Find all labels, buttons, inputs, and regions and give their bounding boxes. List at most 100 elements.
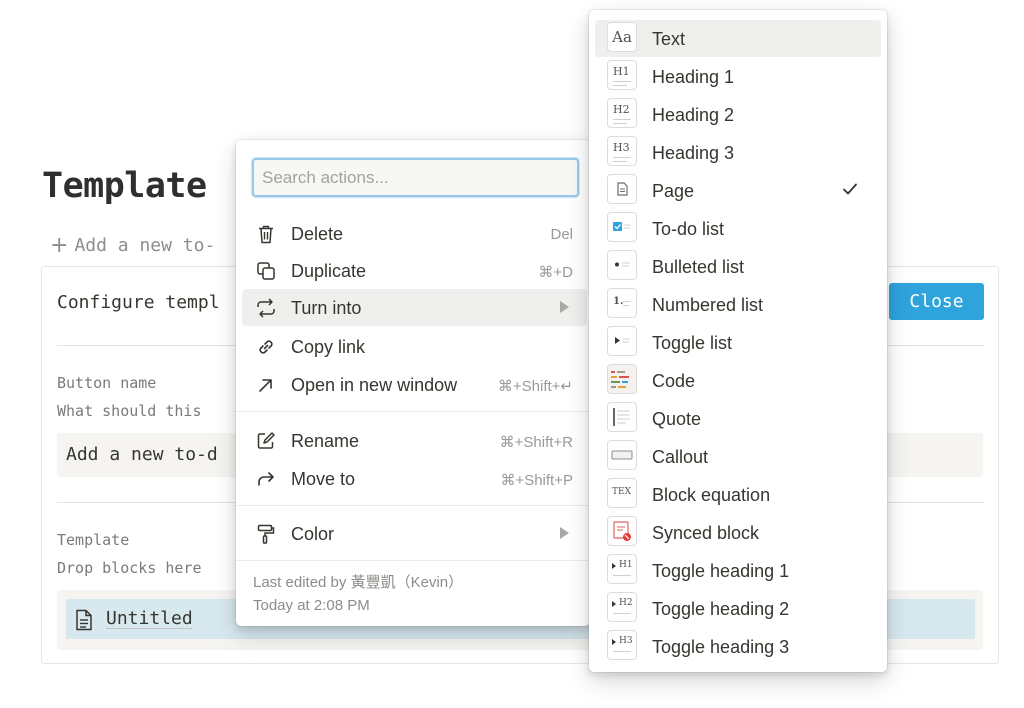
move-icon	[258, 472, 274, 486]
turn-into-bulleted-list[interactable]: Bulleted list	[595, 248, 881, 285]
turn-into-label: Code	[652, 371, 696, 391]
button-name-description: What should this	[57, 402, 202, 420]
synced-block-icon	[607, 516, 637, 546]
callout-icon	[607, 440, 637, 470]
toggle-heading-3-icon: H3	[607, 630, 637, 660]
search-box[interactable]	[252, 158, 579, 197]
turn-into-heading-2[interactable]: H2 Heading 2	[595, 96, 881, 133]
menu-separator	[236, 505, 590, 506]
menu-item-label: Copy link	[291, 337, 366, 357]
turn-into-label: Callout	[652, 447, 709, 467]
menu-item-rename[interactable]: Rename ⌘+Shift+R	[242, 422, 587, 459]
turn-into-label: Synced block	[652, 523, 760, 543]
template-description: Drop blocks here	[57, 559, 202, 577]
menu-item-color[interactable]: Color	[242, 515, 587, 552]
document-icon	[76, 609, 92, 631]
turn-into-block-equation[interactable]: TEX Block equation	[595, 476, 881, 513]
menu-item-shortcut: ⌘+Shift+↵	[497, 378, 573, 395]
open-window-icon	[259, 379, 272, 392]
bulleted-list-icon	[607, 250, 637, 280]
menu-item-turn-into[interactable]: Turn into	[242, 289, 587, 326]
submenu-arrow-icon	[560, 301, 569, 313]
turn-into-label: Heading 3	[652, 143, 735, 163]
turn-into-toggle-heading-1[interactable]: H1 Toggle heading 1	[595, 552, 881, 589]
block-actions-menu: Delete Del Duplicate ⌘+D Turn into Copy …	[236, 140, 590, 626]
turn-into-code[interactable]: Code	[595, 362, 881, 399]
turn-into-label: Quote	[652, 409, 702, 429]
heading-1-icon: H1	[607, 60, 637, 90]
turn-into-label: Text	[652, 29, 686, 49]
menu-item-move-to[interactable]: Move to ⌘+Shift+P	[242, 460, 587, 497]
page-icon	[607, 174, 637, 204]
toggle-heading-2-icon: H2	[607, 592, 637, 622]
turn-into-synced-block[interactable]: Synced block	[595, 514, 881, 551]
menu-separator	[236, 411, 590, 412]
search-actions-input[interactable]	[254, 160, 577, 195]
todo-icon	[607, 212, 637, 242]
untitled-link[interactable]: Untitled	[106, 608, 193, 629]
menu-item-label: Color	[291, 524, 335, 544]
turn-into-toggle-heading-2[interactable]: H2 Toggle heading 2	[595, 590, 881, 627]
turn-into-label: Heading 1	[652, 67, 735, 87]
last-edited-by: Last edited by 黃豐凱（Kevin）	[253, 574, 464, 591]
menu-item-shortcut: Del	[550, 226, 573, 243]
menu-item-shortcut: ⌘+Shift+P	[500, 472, 573, 489]
turn-into-toggle-heading-3[interactable]: H3 Toggle heading 3	[595, 628, 881, 665]
plus-icon: +	[50, 233, 69, 258]
page-title: Template	[42, 166, 207, 206]
numbered-list-icon: 1.	[607, 288, 637, 318]
turn-into-page[interactable]: Page	[595, 172, 881, 209]
turn-into-label: Toggle list	[652, 333, 733, 353]
menu-item-label: Rename	[291, 431, 360, 451]
turn-into-toggle-list[interactable]: Toggle list	[595, 324, 881, 361]
turn-into-label: Toggle heading 1	[652, 561, 790, 581]
turn-into-label: Bulleted list	[652, 257, 745, 277]
menu-item-label: Move to	[291, 469, 356, 489]
menu-item-copy-link[interactable]: Copy link	[242, 328, 587, 365]
turn-into-heading-3[interactable]: H3 Heading 3	[595, 134, 881, 171]
menu-item-open-new-window[interactable]: Open in new window ⌘+Shift+↵	[242, 366, 587, 403]
menu-item-label: Turn into	[291, 298, 362, 318]
turn-into-label: To-do list	[652, 219, 725, 239]
duplicate-icon	[257, 262, 275, 280]
checkmark-icon	[843, 183, 857, 195]
turn-into-todo-list[interactable]: To-do list	[595, 210, 881, 247]
turn-into-callout[interactable]: Callout	[595, 438, 881, 475]
menu-item-label: Duplicate	[291, 261, 367, 281]
add-todo-label: Add a new to-	[74, 235, 216, 256]
menu-item-duplicate[interactable]: Duplicate ⌘+D	[242, 252, 587, 289]
menu-item-shortcut: ⌘+Shift+R	[499, 434, 573, 451]
menu-separator	[236, 560, 590, 561]
menu-item-shortcut: ⌘+D	[538, 264, 573, 281]
turn-into-label: Toggle heading 3	[652, 637, 790, 657]
toggle-heading-1-icon: H1	[607, 554, 637, 584]
config-title: Configure templ	[57, 292, 220, 313]
turn-into-label: Heading 2	[652, 105, 735, 125]
turn-into-text[interactable]: Aa Text	[595, 20, 881, 57]
add-todo-button[interactable]: + Add a new to-	[50, 232, 216, 258]
turn-into-label: Numbered list	[652, 295, 764, 315]
turn-into-label: Block equation	[652, 485, 771, 505]
button-name-label: Button name	[57, 374, 157, 392]
turn-into-quote[interactable]: Quote	[595, 400, 881, 437]
turn-into-submenu: Aa Text H1 Heading 1 H2 Heading 2 H3 Hea…	[589, 10, 887, 672]
turn-into-label: Page	[652, 181, 695, 201]
menu-item-delete[interactable]: Delete Del	[242, 215, 587, 252]
template-label: Template	[57, 531, 130, 549]
turn-into-numbered-list[interactable]: 1. Numbered list	[595, 286, 881, 323]
toggle-list-icon	[607, 326, 637, 356]
heading-3-icon: H3	[607, 136, 637, 166]
heading-2-icon: H2	[607, 98, 637, 128]
turn-into-icon	[257, 298, 275, 318]
code-icon	[607, 364, 637, 394]
menu-item-label: Open in new window	[291, 375, 458, 395]
menu-item-label: Delete	[291, 224, 344, 244]
close-button[interactable]: Close	[889, 283, 984, 320]
text-icon: Aa	[607, 22, 637, 52]
rename-icon	[257, 432, 275, 449]
trash-icon	[259, 225, 273, 244]
submenu-arrow-icon	[560, 527, 569, 539]
equation-icon: TEX	[607, 478, 637, 508]
quote-icon	[607, 402, 637, 432]
turn-into-heading-1[interactable]: H1 Heading 1	[595, 58, 881, 95]
